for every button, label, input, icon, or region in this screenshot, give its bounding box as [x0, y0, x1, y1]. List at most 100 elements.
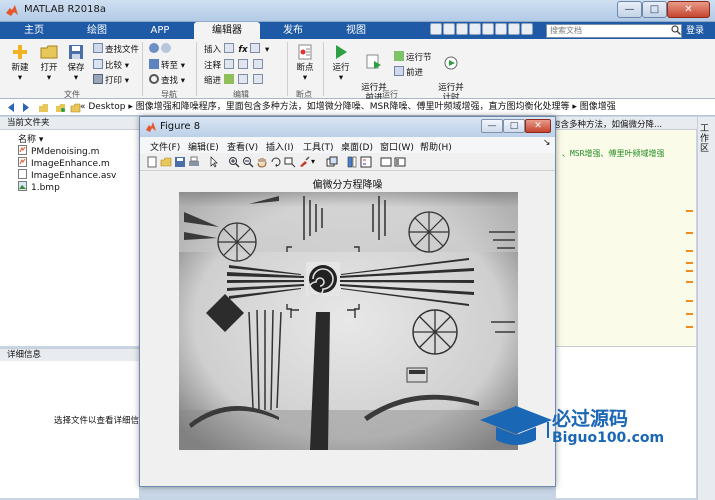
tab-publish[interactable]: 发布 — [262, 22, 324, 39]
brush-dropdown-icon[interactable]: ▾ — [311, 156, 323, 168]
cut-quick-icon[interactable] — [443, 23, 455, 35]
insert-colorbar-icon[interactable] — [346, 156, 358, 168]
insert-legend-icon[interactable] — [360, 156, 372, 168]
indent-button[interactable]: 缩进 — [204, 74, 265, 87]
tab-home[interactable]: 主页 — [4, 22, 64, 39]
folder-icon — [40, 45, 58, 59]
hide-plot-tools-icon[interactable] — [380, 156, 392, 168]
m-file-icon — [18, 145, 27, 155]
code-analyzer-mark[interactable] — [686, 270, 693, 272]
menu-dock-arrow-icon[interactable]: ↘ — [543, 138, 551, 148]
run-and-time-button[interactable]: 运行并 计时 — [436, 43, 466, 103]
code-analyzer-mark[interactable] — [686, 232, 693, 234]
help-quick-icon[interactable] — [521, 23, 533, 35]
code-analyzer-mark[interactable] — [686, 313, 693, 315]
print-figure-icon[interactable] — [188, 156, 200, 168]
ribbon-divider — [196, 42, 197, 96]
switch-windows-icon[interactable] — [508, 23, 520, 35]
goto-button[interactable]: 转至 ▾ — [149, 59, 185, 72]
save-button[interactable]: 保存 ▾ — [64, 43, 88, 83]
file-item[interactable]: 1.bmp — [18, 181, 60, 194]
brush-icon[interactable] — [298, 156, 310, 168]
close-button[interactable]: ✕ — [667, 1, 710, 18]
code-analyzer-mark[interactable] — [686, 262, 693, 264]
figure-close-button[interactable]: ✕ — [525, 119, 551, 133]
find-files-label: 查找文件 — [105, 45, 140, 55]
breadcrumb[interactable]: « Desktop ▸ 图像增强和降噪程序，里面包含多种方法，如增微分降噪、MS… — [80, 101, 616, 114]
data-cursor-icon[interactable] — [284, 156, 296, 168]
code-analyzer-mark[interactable] — [686, 300, 693, 302]
link-plot-icon[interactable] — [326, 156, 338, 168]
redo-quick-icon[interactable] — [495, 23, 507, 35]
zoom-out-icon[interactable] — [242, 156, 254, 168]
print-button[interactable]: 打印 ▾ — [93, 74, 129, 87]
compare-button[interactable]: 比较 ▾ — [93, 59, 129, 72]
up-folder-icon[interactable] — [38, 102, 49, 113]
rotate-3d-icon[interactable] — [270, 156, 282, 168]
search-input[interactable]: 搜索文档 — [546, 24, 682, 38]
back-forward-group[interactable] — [149, 43, 173, 56]
figure-minimize-button[interactable]: — — [481, 119, 503, 133]
run-section-button[interactable]: 运行节 — [394, 51, 432, 64]
menu-view[interactable]: 查看(V) — [227, 140, 258, 153]
paste-quick-icon[interactable] — [469, 23, 481, 35]
compare-icon — [93, 59, 103, 69]
code-analyzer-mark[interactable] — [686, 281, 693, 283]
fx-icon[interactable]: fx — [238, 45, 247, 55]
menu-window[interactable]: 窗口(W) — [380, 140, 414, 153]
menu-file[interactable]: 文件(F) — [150, 140, 180, 153]
save-quick-icon[interactable] — [430, 23, 442, 35]
compare-label: 比较 — [105, 61, 123, 71]
menu-help[interactable]: 帮助(H) — [420, 140, 452, 153]
run-button[interactable]: 运行 ▾ — [328, 43, 354, 83]
breakpoints-button[interactable]: 断点 ▾ — [292, 43, 318, 83]
minimize-button[interactable]: — — [617, 1, 642, 18]
forward-icon[interactable] — [20, 102, 31, 113]
code-analyzer-mark[interactable] — [686, 210, 693, 212]
edit-plot-cursor-icon[interactable] — [208, 156, 220, 168]
save-figure-icon[interactable] — [174, 156, 186, 168]
tab-view[interactable]: 视图 — [326, 22, 386, 39]
workspace-label[interactable]: 工作区 — [700, 124, 710, 154]
figure-maximize-button[interactable]: □ — [503, 119, 525, 133]
advance-button[interactable]: 前进 — [394, 66, 423, 79]
decrease-indent-icon — [253, 74, 264, 84]
tab-editor[interactable]: 编辑器 — [194, 22, 260, 39]
copy-quick-icon[interactable] — [456, 23, 468, 35]
tab-apps[interactable]: APP — [130, 22, 190, 39]
browse-folder-icon[interactable] — [55, 102, 66, 113]
back-icon[interactable] — [6, 102, 17, 113]
code-analyzer-mark[interactable] — [686, 326, 693, 328]
bmp-image-icon — [18, 181, 27, 191]
new-button[interactable]: 新建 ▾ — [7, 43, 33, 83]
search-icon[interactable] — [671, 25, 681, 35]
find-button[interactable]: 查找 ▾ — [149, 74, 185, 87]
denoised-test-chart-image[interactable] — [179, 192, 518, 450]
login-link[interactable]: 登录 — [686, 24, 704, 38]
tab-plots[interactable]: 绘图 — [66, 22, 128, 39]
show-plot-tools-icon[interactable] — [394, 156, 406, 168]
undo-quick-icon[interactable] — [482, 23, 494, 35]
asv-file-icon — [18, 169, 27, 179]
menu-insert[interactable]: 插入(I) — [266, 140, 294, 153]
menu-desktop[interactable]: 桌面(D) — [341, 140, 373, 153]
run-label: 运行 — [332, 63, 350, 73]
comment-button[interactable]: 注释 — [204, 59, 265, 72]
open-file-icon[interactable] — [160, 156, 172, 168]
code-analyzer-mark[interactable] — [686, 250, 693, 252]
editor-tab[interactable]: 包含多种方法，如偏微分降... — [552, 118, 662, 130]
insert-button[interactable]: 插入 fx ▾ — [204, 43, 269, 56]
name-column-header[interactable]: 名称 ▾ — [18, 132, 43, 145]
menu-tools[interactable]: 工具(T) — [303, 140, 334, 153]
figure-icon — [146, 122, 156, 132]
new-figure-icon[interactable] — [146, 156, 158, 168]
menu-edit[interactable]: 编辑(E) — [188, 140, 219, 153]
editor-area[interactable] — [556, 130, 696, 346]
workspace-collapsed-panel[interactable] — [697, 117, 715, 500]
zoom-in-icon[interactable] — [228, 156, 240, 168]
pan-hand-icon[interactable] — [256, 156, 268, 168]
file-name: ImageEnhance.m — [31, 159, 110, 169]
maximize-button[interactable]: □ — [642, 1, 667, 18]
open-button[interactable]: 打开 ▾ — [37, 43, 61, 83]
find-files-button[interactable]: 查找文件 — [93, 43, 139, 56]
